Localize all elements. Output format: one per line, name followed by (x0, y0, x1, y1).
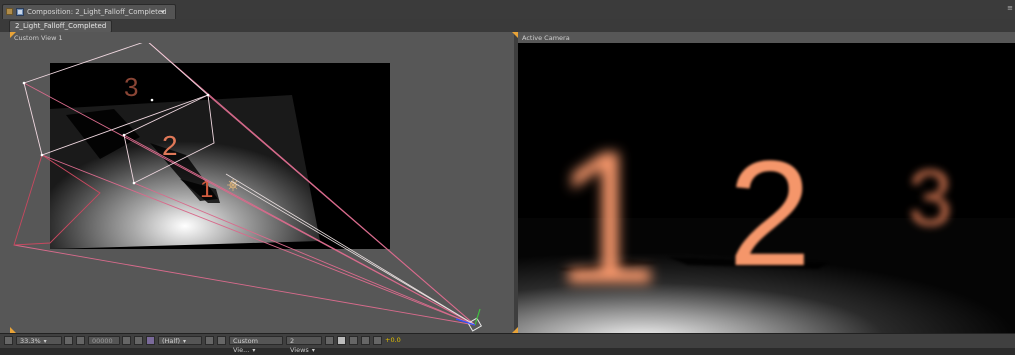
resolution-dropdown[interactable]: (Half) (158, 336, 202, 345)
composition-tab[interactable]: Composition: 2_Light_Falloff_Completed ▾ (2, 4, 176, 19)
custom-view-svg: 3 2 1 (13, 39, 483, 332)
show-snapshot-icon[interactable] (134, 336, 143, 345)
timeline-icon[interactable] (349, 336, 358, 345)
scene-number-3: 3 (124, 72, 138, 102)
toggle-pixel-aspect-icon[interactable] (325, 336, 334, 345)
viewer-toolbar: 33.3% 00000 (Half) Custom Vie... 2 Views… (0, 333, 1015, 354)
3d-view-dropdown[interactable]: Custom Vie... (229, 336, 283, 354)
composition-tabbar: Composition: 2_Light_Falloff_Completed ▾… (0, 0, 1015, 20)
region-of-interest-icon[interactable] (76, 336, 85, 345)
breadcrumb: 2_Light_Falloff_Completed (0, 19, 1015, 33)
active-view-icon[interactable] (337, 336, 346, 345)
snapshot-camera-icon[interactable] (122, 336, 131, 345)
exposure-value[interactable]: +0.0 (385, 336, 401, 345)
render-number-1: 1 (554, 112, 660, 324)
tab-dropdown-icon[interactable]: ▾ (161, 5, 165, 19)
magnification-dropdown[interactable]: 33.3% (16, 336, 62, 345)
always-preview-icon[interactable] (4, 336, 13, 345)
render-number-3: 3 (908, 153, 953, 242)
render-number-2: 2 (728, 129, 811, 297)
corner-mark-top-right-left-pane (512, 32, 518, 38)
view-layout-dropdown[interactable]: 2 Views (286, 336, 322, 354)
grid-icon[interactable] (64, 336, 73, 345)
transparency-grid-icon[interactable] (217, 336, 226, 345)
close-tab-icon[interactable] (6, 8, 13, 15)
timecode-field[interactable]: 00000 (88, 336, 120, 345)
flowchart-icon[interactable] (361, 336, 370, 345)
composition-icon (16, 8, 24, 16)
custom-view-canvas[interactable]: 3 2 1 (10, 39, 514, 333)
exposure-icon[interactable] (373, 336, 382, 345)
color-channel-icon[interactable] (146, 336, 155, 345)
right-view-label: Active Camera (522, 34, 570, 42)
panel-menu-icon[interactable]: ≡ (1007, 4, 1013, 12)
active-camera-canvas[interactable]: 1 2 3 (518, 43, 1015, 333)
fast-previews-icon[interactable] (205, 336, 214, 345)
active-camera-svg: 1 2 3 (518, 43, 1015, 333)
composition-tab-title: Composition: 2_Light_Falloff_Completed (27, 8, 167, 16)
left-view-label: Custom View 1 (14, 34, 63, 42)
